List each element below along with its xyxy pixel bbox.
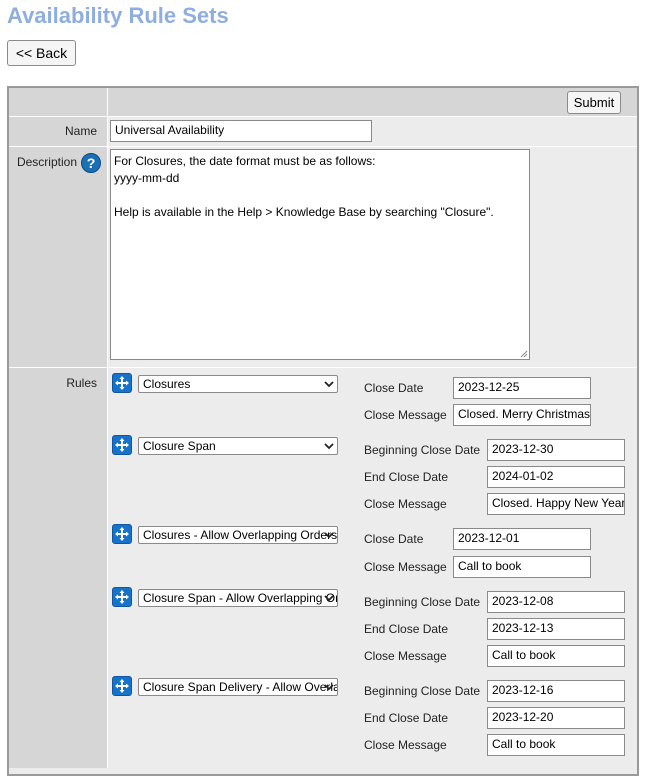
close-message-field[interactable]: Closed. Merry Christmas bbox=[453, 404, 591, 426]
move-handle-icon[interactable] bbox=[112, 524, 132, 544]
close-date-field[interactable]: 2023-12-25 bbox=[453, 377, 591, 399]
rule-type-value: Closures bbox=[143, 377, 191, 391]
chevron-down-icon bbox=[324, 684, 334, 691]
field-label: Close Message bbox=[364, 560, 447, 574]
row-divider bbox=[9, 367, 637, 368]
page-title: Availability Rule Sets bbox=[7, 3, 229, 28]
field-label: End Close Date bbox=[364, 711, 449, 725]
rule-type-value: Closure Span - Allow Overlapping Orders bbox=[143, 591, 337, 605]
field-label: Close Message bbox=[364, 649, 447, 663]
rule-type-select[interactable]: Closure Span Delivery - Allow Overlappin… bbox=[138, 678, 338, 696]
chevron-down-icon bbox=[324, 381, 334, 388]
end-close-date-field[interactable]: 2023-12-20 bbox=[487, 707, 625, 729]
help-icon[interactable]: ? bbox=[81, 153, 101, 173]
chevron-down-icon bbox=[324, 443, 334, 450]
move-handle-icon[interactable] bbox=[112, 676, 132, 696]
description-text: For Closures, the date format must be as… bbox=[114, 154, 494, 219]
move-handle-icon[interactable] bbox=[112, 587, 132, 607]
rules-label: Rules bbox=[66, 376, 97, 390]
close-message-field[interactable]: Call to book bbox=[453, 556, 591, 578]
row-divider bbox=[9, 146, 637, 147]
rule-type-select[interactable]: Closure Span - Allow Overlapping Orders bbox=[138, 589, 338, 607]
beginning-close-date-field[interactable]: 2023-12-30 bbox=[487, 439, 625, 461]
field-label: Beginning Close Date bbox=[364, 684, 481, 698]
chevron-down-icon bbox=[324, 532, 334, 539]
field-label: Close Date bbox=[364, 381, 424, 395]
rule-type-value: Closure Span bbox=[143, 439, 216, 453]
field-label: End Close Date bbox=[364, 622, 449, 636]
back-button[interactable]: << Back bbox=[7, 40, 76, 66]
name-label: Name bbox=[64, 124, 97, 138]
end-close-date-field[interactable]: 2024-01-02 bbox=[487, 466, 625, 488]
field-label: Beginning Close Date bbox=[364, 443, 481, 457]
beginning-close-date-field[interactable]: 2023-12-16 bbox=[487, 680, 625, 702]
close-date-field[interactable]: 2023-12-01 bbox=[453, 528, 591, 550]
column-divider bbox=[107, 88, 108, 768]
field-label: Beginning Close Date bbox=[364, 595, 481, 609]
submit-button[interactable]: Submit bbox=[567, 91, 621, 114]
move-handle-icon[interactable] bbox=[112, 373, 132, 393]
row-divider bbox=[9, 116, 637, 117]
field-label: Close Message bbox=[364, 408, 447, 422]
name-field[interactable]: Universal Availability bbox=[110, 120, 372, 142]
close-message-field[interactable]: Call to book bbox=[487, 645, 625, 667]
form-header-bar bbox=[108, 88, 637, 116]
label-column bbox=[9, 88, 107, 768]
rule-type-value: Closures - Allow Overlapping Orders bbox=[143, 528, 338, 542]
chevron-down-icon bbox=[324, 595, 334, 602]
close-message-field[interactable]: Closed. Happy New Year bbox=[487, 493, 625, 515]
description-label: Description bbox=[16, 155, 77, 169]
field-label: End Close Date bbox=[364, 470, 449, 484]
resize-grip-icon[interactable] bbox=[520, 350, 528, 358]
rule-type-select[interactable]: Closures - Allow Overlapping Orders bbox=[138, 526, 338, 544]
description-textarea[interactable]: For Closures, the date format must be as… bbox=[110, 149, 530, 360]
field-label: Close Date bbox=[364, 532, 424, 546]
rule-type-value: Closure Span Delivery - Allow Overlappin… bbox=[143, 680, 337, 694]
end-close-date-field[interactable]: 2023-12-13 bbox=[487, 618, 625, 640]
rule-type-select[interactable]: Closure Span bbox=[138, 437, 338, 455]
move-handle-icon[interactable] bbox=[112, 435, 132, 455]
field-label: Close Message bbox=[364, 497, 447, 511]
close-message-field[interactable]: Call to book bbox=[487, 734, 625, 756]
rule-type-select[interactable]: Closures bbox=[138, 375, 338, 393]
field-label: Close Message bbox=[364, 738, 447, 752]
beginning-close-date-field[interactable]: 2023-12-08 bbox=[487, 591, 625, 613]
